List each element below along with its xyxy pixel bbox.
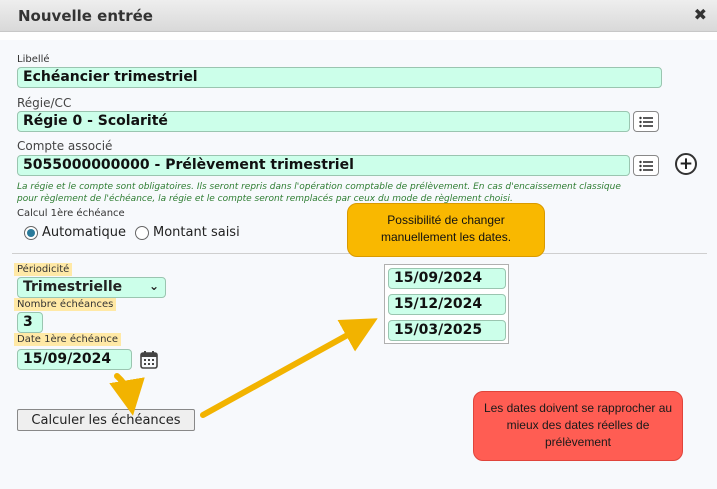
calendar-icon[interactable]	[137, 349, 161, 371]
nb-echeances-input[interactable]: 3	[17, 312, 43, 333]
schedule-date-3[interactable]: 15/03/2025	[388, 320, 506, 341]
calcul-label: Calcul 1ère échéance	[17, 208, 125, 219]
calcul-radio-group: Automatique Montant saisi	[24, 225, 240, 240]
close-icon[interactable]: ✖	[694, 5, 707, 24]
chevron-down-icon: ⌄	[148, 279, 159, 293]
radio-montant-label: Montant saisi	[153, 225, 240, 240]
calculer-echeances-button[interactable]: Calculer les échéances	[17, 409, 195, 431]
plus-circle-icon[interactable]: +	[675, 153, 697, 175]
info-text: La régie et le compte sont obligatoires.…	[17, 182, 621, 204]
list-icon	[639, 116, 653, 127]
schedule-date-1[interactable]: 15/09/2024	[388, 268, 506, 289]
radio-montant-saisi[interactable]	[135, 225, 150, 240]
compte-label: Compte associé	[17, 139, 113, 153]
libelle-input[interactable]: Echéancier trimestriel	[17, 67, 662, 88]
periodicite-select[interactable]: Trimestrielle ⌄	[17, 277, 166, 298]
callout-change-dates: Possibilité de changer manuellement les …	[347, 203, 545, 257]
callout-real-dates: Les dates doivent se rapprocher au mieux…	[473, 391, 683, 461]
radio-automatique[interactable]	[24, 225, 38, 240]
schedule-date-2[interactable]: 15/12/2024	[388, 294, 506, 315]
regie-input[interactable]: Régie 0 - Scolarité	[17, 111, 630, 132]
dialog-titlebar: Nouvelle entrée ✖	[0, 0, 717, 32]
dialog-title: Nouvelle entrée	[18, 7, 153, 25]
regie-list-button[interactable]	[633, 111, 659, 132]
radio-automatique-label: Automatique	[42, 225, 127, 240]
nb-echeances-label: Nombre échéances	[14, 298, 117, 311]
libelle-label: Libellé	[17, 54, 50, 65]
compte-input[interactable]: 5055000000000 - Prélèvement trimestriel	[17, 155, 630, 176]
date-input[interactable]: 15/09/2024	[17, 349, 132, 370]
compte-list-button[interactable]	[633, 155, 659, 176]
schedule-date-list: 15/09/2024 15/12/2024 15/03/2025	[384, 264, 509, 344]
periodicite-label: Périodicité	[14, 263, 73, 276]
date-label: Date 1ère échéance	[14, 333, 122, 346]
regie-label: Régie/CC	[17, 96, 72, 110]
periodicite-value: Trimestrielle	[23, 279, 123, 295]
list-icon	[639, 160, 653, 171]
